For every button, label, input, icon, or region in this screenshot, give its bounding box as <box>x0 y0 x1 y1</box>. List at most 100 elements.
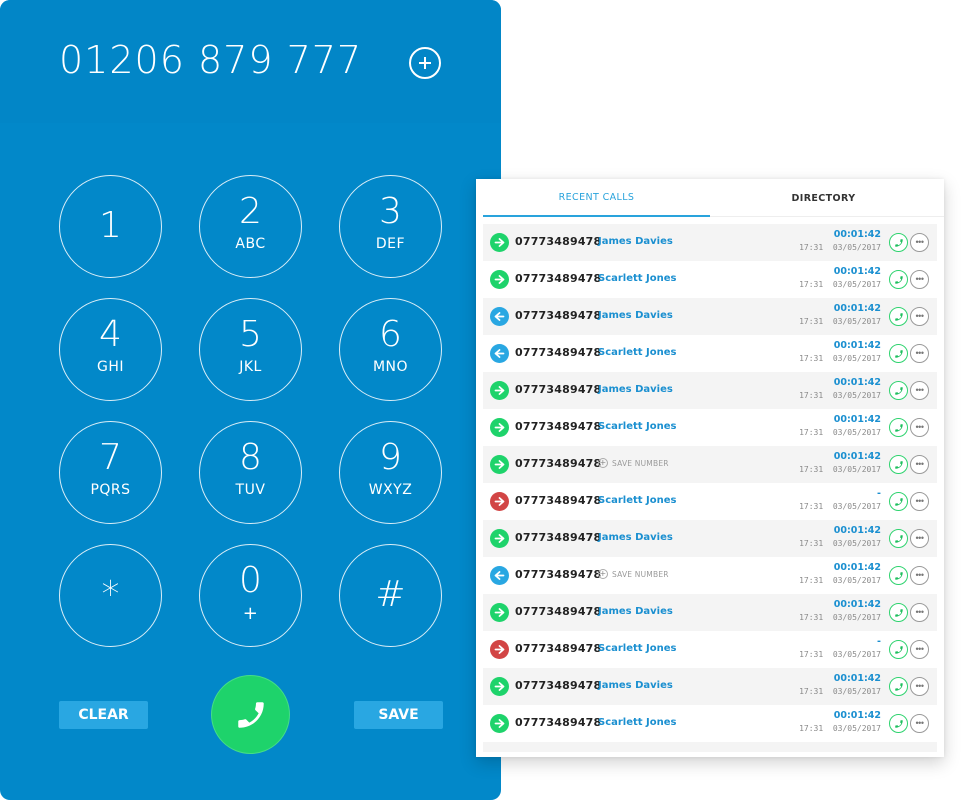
key-4[interactable]: 4 GHI <box>59 298 162 401</box>
contact-name-link[interactable]: Scarlett Jones <box>598 273 677 284</box>
call-row[interactable]: 07773489478 Scarlett Jones 00:01:42 17:31 0… <box>483 335 937 372</box>
call-row[interactable]: 07773489478 James Davies 00:01:42 17:31 03/… <box>483 224 937 261</box>
more-options-button[interactable]: ••• <box>910 677 929 696</box>
key-6[interactable]: 6 MNO <box>339 298 442 401</box>
more-options-button[interactable]: ••• <box>910 640 929 659</box>
call-row[interactable]: 07773489478 + SAVE NUMBER 00:01:42 17:31 03/… <box>483 557 937 594</box>
contact-name-link[interactable]: James Davies <box>598 532 673 543</box>
call-button[interactable] <box>211 675 290 754</box>
more-options-button[interactable]: ••• <box>910 381 929 400</box>
call-row[interactable]: 07773489478 James Davies 00:01:42 17:31 03/… <box>483 298 937 335</box>
missed-call-icon <box>490 492 509 511</box>
more-options-button[interactable]: ••• <box>910 418 929 437</box>
key-letters: TUV <box>235 482 266 498</box>
call-back-button[interactable] <box>889 270 908 289</box>
call-time: 17:31 <box>799 576 824 585</box>
key-3[interactable]: 3 DEF <box>339 175 442 278</box>
key-1[interactable]: 1 <box>59 175 162 278</box>
contact-name-link[interactable]: Scarlett Jones <box>598 643 677 654</box>
ellipsis-icon: ••• <box>915 644 924 654</box>
call-time: 17:31 <box>799 354 824 363</box>
call-row[interactable]: 07773489478 James Davies 00:01:42 17:31 03/… <box>483 372 937 409</box>
more-options-button[interactable]: ••• <box>910 233 929 252</box>
save-button[interactable]: SAVE <box>354 701 443 729</box>
call-row[interactable]: 07773489478 James Davies 00:01:42 17:31 03/… <box>483 520 937 557</box>
save-number-button[interactable]: + SAVE NUMBER <box>598 569 669 579</box>
call-back-button[interactable] <box>889 566 908 585</box>
ellipsis-icon: ••• <box>915 459 924 469</box>
contact-name-link[interactable]: James Davies <box>598 606 673 617</box>
more-options-button[interactable]: ••• <box>910 566 929 585</box>
call-back-button[interactable] <box>889 381 908 400</box>
tab-recent-calls[interactable]: RECENT CALLS <box>483 179 710 217</box>
recent-calls-list: 07773489478 James Davies 00:01:42 17:31 03/… <box>483 224 937 752</box>
contact-name-link[interactable]: Scarlett Jones <box>598 421 677 432</box>
key-9[interactable]: 9 WXYZ <box>339 421 442 524</box>
call-back-button[interactable] <box>889 418 908 437</box>
call-back-button[interactable] <box>889 714 908 733</box>
save-number-button[interactable]: + SAVE NUMBER <box>598 458 669 468</box>
more-options-button[interactable]: ••• <box>910 714 929 733</box>
contact-name-link[interactable]: Scarlett Jones <box>598 347 677 358</box>
incoming-call-icon <box>490 307 509 326</box>
call-row[interactable]: 07773489478 Scarlett Jones 00:01:42 17:31 0… <box>483 261 937 298</box>
more-options-button[interactable]: ••• <box>910 344 929 363</box>
key-star[interactable]: * <box>59 544 162 647</box>
phone-icon <box>894 460 903 469</box>
tab-directory[interactable]: DIRECTORY <box>710 179 937 217</box>
call-time: 17:31 <box>799 539 824 548</box>
key-hash[interactable]: # <box>339 544 442 647</box>
key-8[interactable]: 8 TUV <box>199 421 302 524</box>
contact-name-link[interactable]: Scarlett Jones <box>598 495 677 506</box>
call-row[interactable]: 07773489478 James Davies 00:01:42 17:31 03/… <box>483 668 937 705</box>
add-contact-button[interactable] <box>409 47 441 79</box>
key-5[interactable]: 5 JKL <box>199 298 302 401</box>
ellipsis-icon: ••• <box>915 533 924 543</box>
call-row[interactable]: 07773489478 Scarlett Jones 00:01:42 17:31 0… <box>483 409 937 446</box>
call-duration: 00:01:42 <box>833 340 881 351</box>
call-row[interactable]: 07773489478 James Davies 00:01:42 17:31 03/… <box>483 594 937 631</box>
call-date: 03/05/2017 <box>832 613 881 622</box>
more-options-button[interactable]: ••• <box>910 455 929 474</box>
call-back-button[interactable] <box>889 677 908 696</box>
save-number-label: SAVE NUMBER <box>612 569 669 579</box>
call-back-button[interactable] <box>889 344 908 363</box>
more-options-button[interactable]: ••• <box>910 270 929 289</box>
more-options-button[interactable]: ••• <box>910 529 929 548</box>
call-back-button[interactable] <box>889 492 908 511</box>
phone-icon <box>894 571 903 580</box>
ellipsis-icon: ••• <box>915 607 924 617</box>
call-back-button[interactable] <box>889 455 908 474</box>
ellipsis-icon: ••• <box>915 422 924 432</box>
key-2[interactable]: 2 ABC <box>199 175 302 278</box>
ellipsis-icon: ••• <box>915 274 924 284</box>
call-back-button[interactable] <box>889 603 908 622</box>
call-row[interactable]: 07773489478 + SAVE NUMBER 00:01:42 17:31 03/… <box>483 446 937 483</box>
dialed-number-display[interactable]: 01206 879 777 <box>59 38 362 82</box>
caller-number: 07773489478 <box>515 494 602 507</box>
call-row[interactable]: 07773489478 Scarlett Jones 00:01:42 17:31 0… <box>483 705 937 742</box>
call-back-button[interactable] <box>889 307 908 326</box>
call-row[interactable]: 07773489478 Scarlett Jones - 17:31 03/05/20… <box>483 631 937 668</box>
more-options-button[interactable]: ••• <box>910 307 929 326</box>
contact-name-link[interactable]: James Davies <box>598 310 673 321</box>
key-7[interactable]: 7 PQRS <box>59 421 162 524</box>
call-date: 03/05/2017 <box>832 391 881 400</box>
contact-name-link[interactable]: James Davies <box>598 384 673 395</box>
clear-button[interactable]: CLEAR <box>59 701 148 729</box>
more-options-button[interactable]: ••• <box>910 492 929 511</box>
call-datetime: 17:31 03/05/2017 <box>799 502 881 511</box>
call-back-button[interactable] <box>889 640 908 659</box>
call-row-partial <box>483 742 937 752</box>
call-row[interactable]: 07773489478 Scarlett Jones - 17:31 03/05/20… <box>483 483 937 520</box>
contact-name-link[interactable]: James Davies <box>598 236 673 247</box>
call-duration: 00:01:42 <box>833 525 881 536</box>
contact-name-link[interactable]: James Davies <box>598 680 673 691</box>
call-back-button[interactable] <box>889 529 908 548</box>
key-0[interactable]: 0 + <box>199 544 302 647</box>
contact-name-link[interactable]: Scarlett Jones <box>598 717 677 728</box>
more-options-button[interactable]: ••• <box>910 603 929 622</box>
call-datetime: 17:31 03/05/2017 <box>799 391 881 400</box>
call-duration: 00:01:42 <box>833 266 881 277</box>
call-back-button[interactable] <box>889 233 908 252</box>
